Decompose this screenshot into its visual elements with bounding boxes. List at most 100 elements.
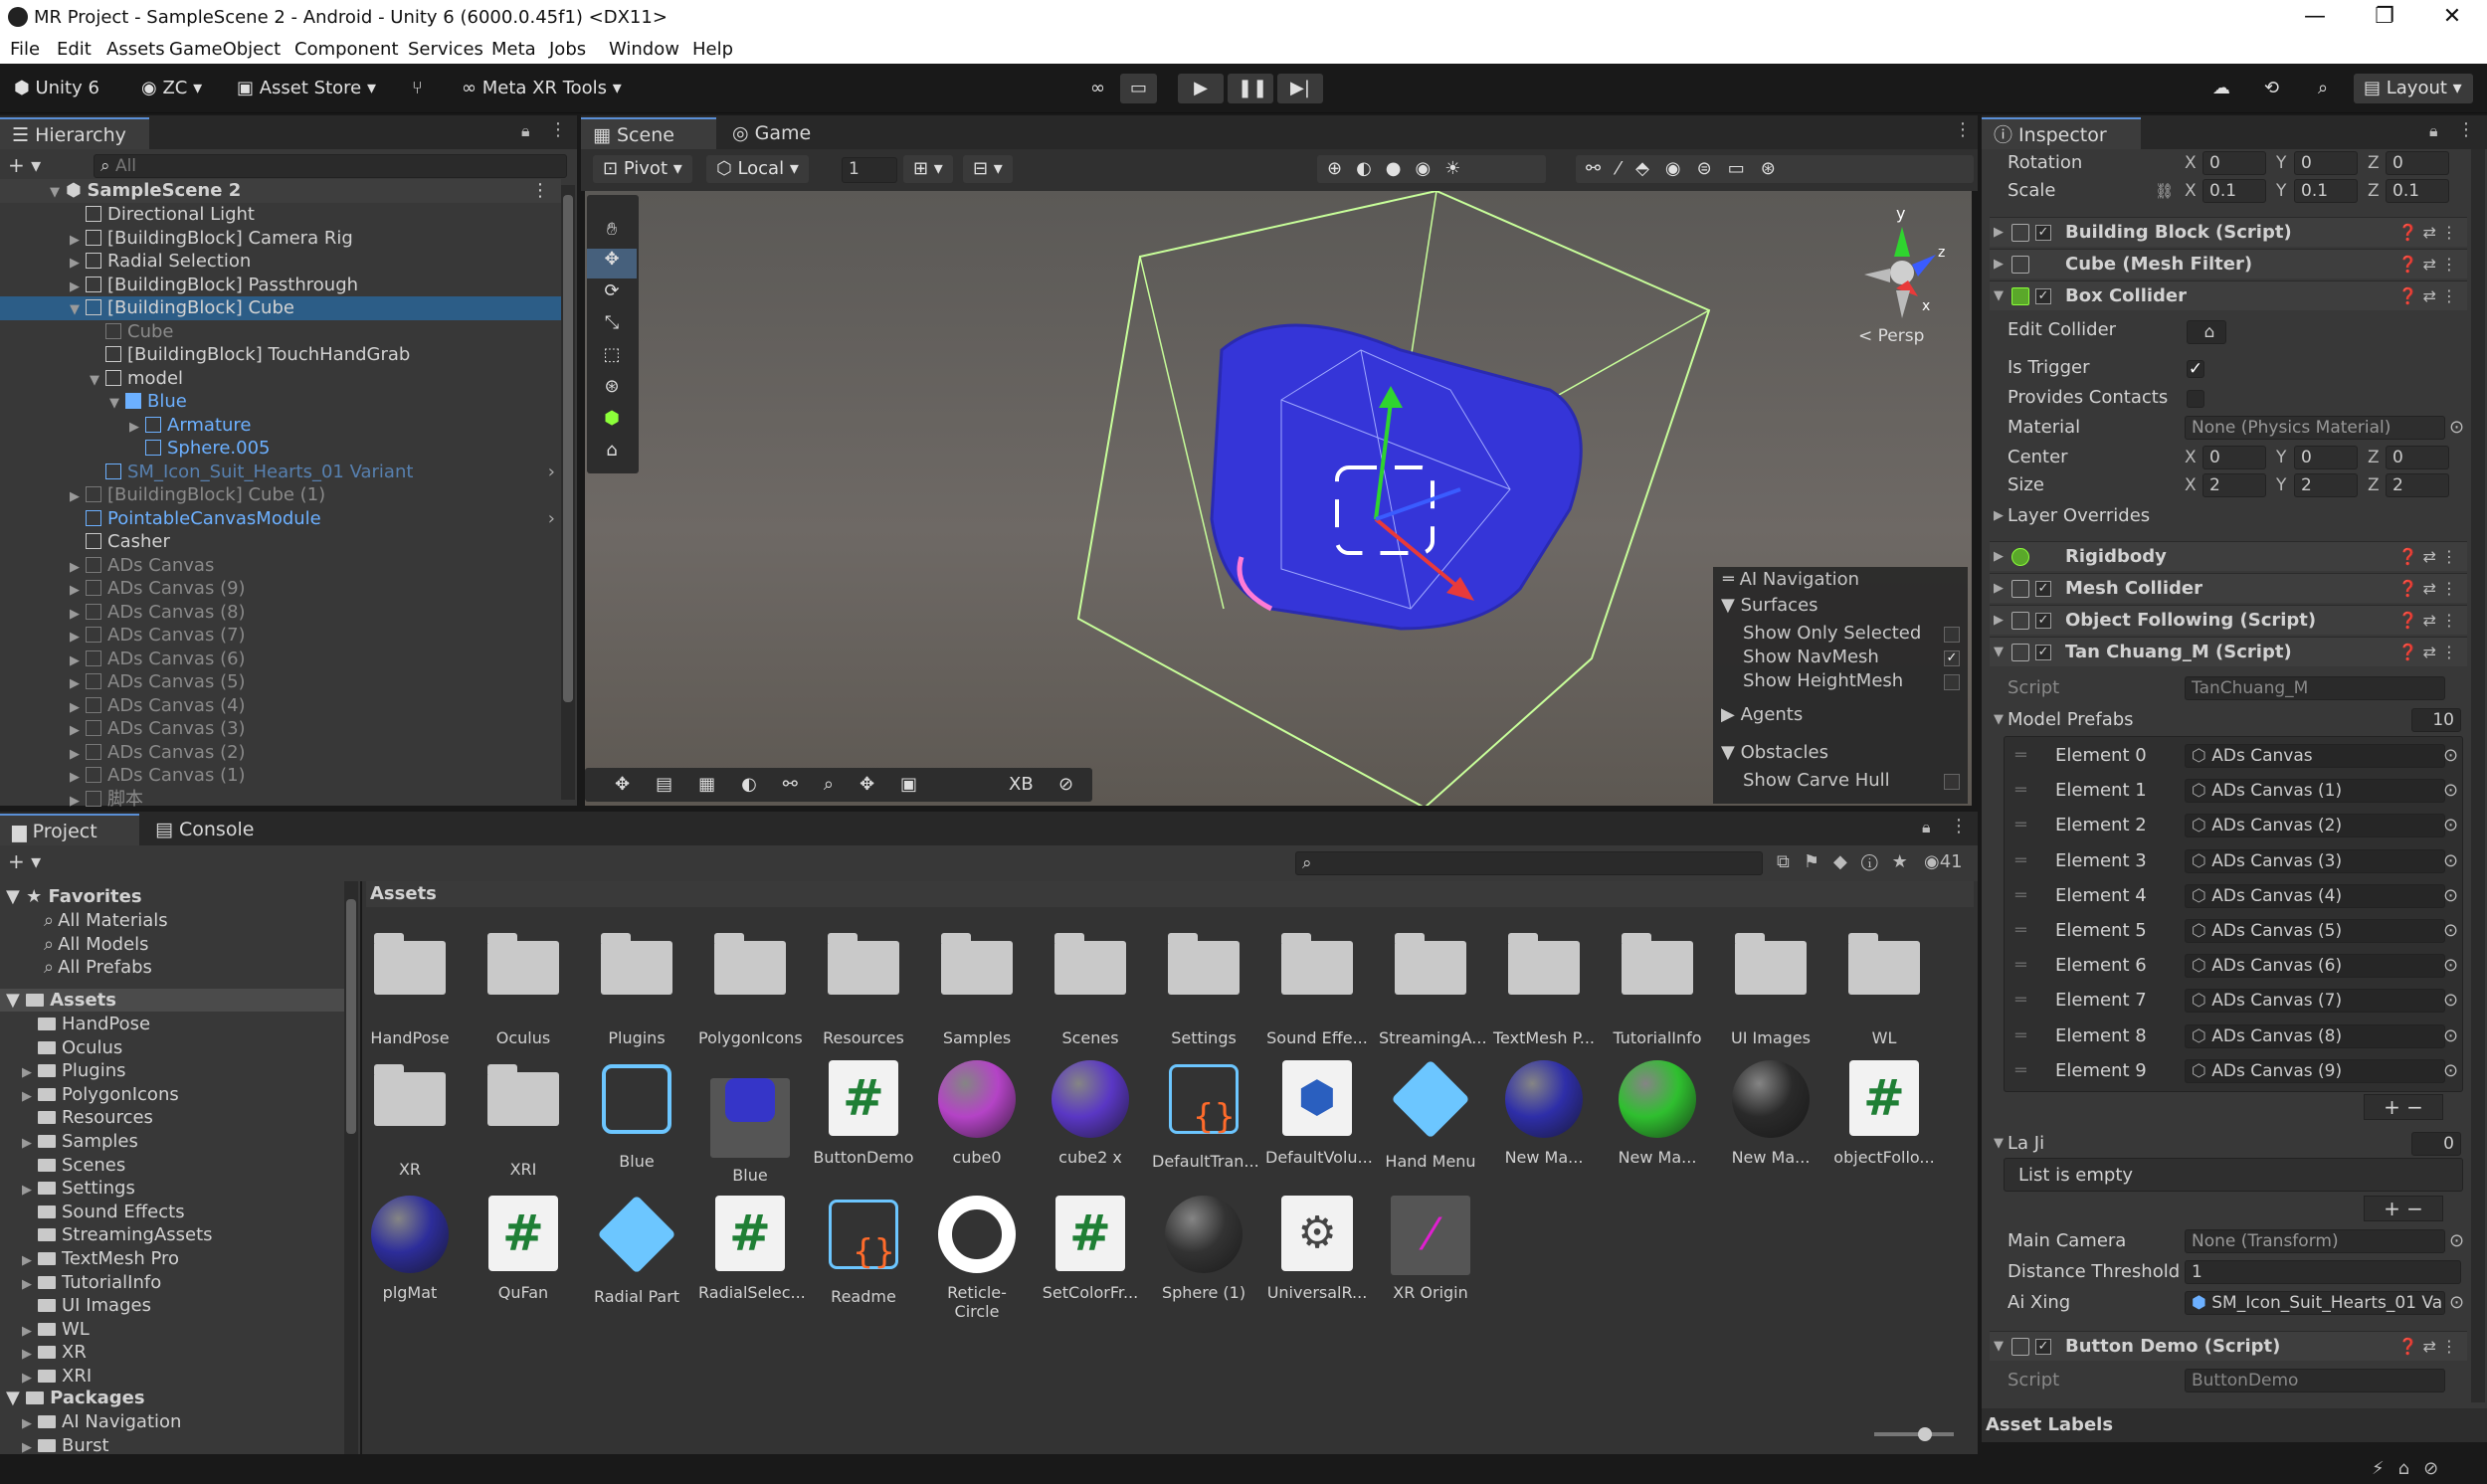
asset-folder-item[interactable]: ▶ TextMesh Pro <box>22 1247 179 1270</box>
hierarchy-item[interactable]: ▶ ADs Canvas (6) <box>0 648 561 671</box>
drag-handle-icon[interactable]: ═ <box>2015 777 2026 805</box>
tan-chuang-component-enabled-checkbox[interactable]: ✓ <box>2035 645 2051 660</box>
tab-project[interactable]: ▆ Project <box>0 814 139 845</box>
close-button[interactable]: ✕ <box>2417 2 2487 34</box>
expand-arrow-icon[interactable]: ▶ <box>22 1273 38 1296</box>
menu-meta[interactable]: Meta <box>491 39 536 60</box>
component-tools-icons[interactable]: ❓ ⇄ ⋮ <box>2398 250 2458 279</box>
object-picker-icon[interactable]: ⊙ <box>2443 882 2458 910</box>
menu-component[interactable]: Component <box>294 39 399 60</box>
foldout-arrow-icon[interactable]: ▶ <box>1994 502 2004 530</box>
model-prefab-element-field[interactable]: ⬡ ADs Canvas (3) <box>2185 848 2445 873</box>
expand-arrow-icon[interactable]: ▶ <box>129 416 145 440</box>
orientation-gizmo[interactable]: y z x <box>1864 204 1945 318</box>
size-x-field[interactable]: 2 <box>2202 473 2266 497</box>
minimize-button[interactable]: — <box>2280 2 2350 34</box>
component-tools-icons[interactable]: ❓ ⇄ ⋮ <box>2398 1332 2458 1362</box>
object-picker-icon[interactable]: ⊙ <box>2443 1022 2458 1050</box>
mesh-collider-component[interactable]: ▶ ✓ Mesh Collider ❓ ⇄ ⋮ <box>1990 573 2467 603</box>
asset-folder-item[interactable]: UI Images <box>22 1294 151 1317</box>
increment-snap-icon[interactable]: ⊟ ▾ <box>963 155 1013 183</box>
asset-item[interactable]: ⬢ DefaultVolu... <box>1265 1060 1373 1167</box>
hand-tool-icon[interactable]: ✋︎ <box>587 219 637 249</box>
project-tree-scrollbar[interactable] <box>344 881 358 1454</box>
expand-arrow-icon[interactable]: ▶ <box>70 766 86 790</box>
asset-folder-item[interactable]: Oculus <box>22 1036 122 1059</box>
panel-menu-icon[interactable]: ⋮ <box>1950 816 1968 836</box>
asset-folder-item[interactable]: ▶ Samples <box>22 1130 138 1153</box>
component-tools-icons[interactable]: ❓ ⇄ ⋮ <box>2398 281 2458 311</box>
hierarchy-item[interactable]: Sphere.005 <box>0 437 561 461</box>
asset-folder-item[interactable]: ▶ PolygonIcons <box>22 1083 179 1106</box>
asset-item[interactable]: TutorialInfo <box>1606 929 1709 1047</box>
panel-menu-icon[interactable]: ⋮ <box>549 119 567 140</box>
show-navmesh-checkbox[interactable]: ✓ <box>1944 650 1960 666</box>
asset-item[interactable]: Plugins <box>585 929 688 1047</box>
layout-dropdown[interactable]: ▤ Layout ▾ <box>2354 74 2473 103</box>
component-tools-icons[interactable]: ❓ ⇄ ⋮ <box>2398 542 2458 572</box>
model-prefab-element-field[interactable]: ⬡ ADs Canvas (5) <box>2185 919 2445 943</box>
hierarchy-item[interactable]: ▶ ADs Canvas (9) <box>0 577 561 601</box>
hierarchy-item[interactable]: ▶ Radial Selection <box>0 250 561 274</box>
create-asset-button[interactable]: + ▾ <box>8 849 41 873</box>
asset-item[interactable]: ⚙ UniversalR... <box>1265 1196 1369 1302</box>
project-filter-icons[interactable]: ⧉⚑◆ⓘ★ <box>1777 851 1922 872</box>
hierarchy-item[interactable]: ▶ ADs Canvas (8) <box>0 601 561 625</box>
expand-arrow-icon[interactable]: ▶ <box>22 1343 38 1366</box>
asset-item[interactable]: plgMat <box>358 1196 462 1302</box>
drag-handle-icon[interactable]: ═ <box>2015 882 2026 910</box>
asset-item[interactable]: UI Images <box>1719 929 1822 1047</box>
button-demo-component-enabled-checkbox[interactable]: ✓ <box>2035 1339 2051 1355</box>
box-collider-component-enabled-checkbox[interactable]: ✓ <box>2035 288 2051 304</box>
assets-breadcrumb[interactable]: Assets <box>366 881 1974 907</box>
asset-item[interactable]: Oculus <box>472 929 575 1047</box>
center-z-field[interactable]: 0 <box>2386 446 2449 469</box>
local-dropdown[interactable]: ⬡ Local ▾ <box>706 155 809 183</box>
hierarchy-item[interactable]: PointableCanvasModule › <box>0 507 561 531</box>
status-icons[interactable]: ⚡⌂⊘ <box>2372 1458 2452 1479</box>
asset-item[interactable]: New Ma... <box>1606 1060 1709 1167</box>
favorite-item[interactable]: ⌕ All Materials <box>44 909 168 932</box>
menu-window[interactable]: Window <box>609 39 679 60</box>
component-tools-icons[interactable]: ❓ ⇄ ⋮ <box>2398 574 2458 604</box>
asset-item[interactable]: # SetColorFr... <box>1039 1196 1142 1302</box>
grid-size-input[interactable]: 1 <box>842 157 897 183</box>
hierarchy-item[interactable]: ▶ ADs Canvas (4) <box>0 694 561 718</box>
transform-tool-icon[interactable]: ⊛ <box>587 376 637 406</box>
size-z-field[interactable]: 2 <box>2386 473 2449 497</box>
asset-item[interactable]: # objectFollo... <box>1832 1060 1936 1167</box>
object-picker-icon[interactable]: ⊙ <box>2443 952 2458 980</box>
asset-item[interactable]: PolygonIcons <box>698 929 803 1047</box>
main-camera-field[interactable]: None (Transform) <box>2185 1229 2445 1253</box>
expand-arrow-icon[interactable]: ▶ <box>22 1249 38 1272</box>
pause-button[interactable]: ❚❚ <box>1228 74 1273 103</box>
menu-file[interactable]: File <box>10 39 40 60</box>
mesh-filter-component[interactable]: ▶ Cube (Mesh Filter) ❓ ⇄ ⋮ <box>1990 249 2467 278</box>
compass-icon[interactable]: ⊘ <box>1058 768 1073 802</box>
asset-item[interactable]: {} DefaultTran... <box>1152 1060 1259 1171</box>
object-following-component[interactable]: ▶ ✓ Object Following (Script) ❓ ⇄ ⋮ <box>1990 605 2467 635</box>
asset-item[interactable]: HandPose <box>358 929 462 1047</box>
model-prefab-element-field[interactable]: ⬡ ADs Canvas (7) <box>2185 989 2445 1014</box>
foldout-arrow-icon[interactable]: ▶ <box>1994 250 2004 279</box>
persp-label[interactable]: < Persp <box>1858 326 1924 346</box>
object-picker-icon[interactable]: ⊙ <box>2449 414 2464 442</box>
hierarchy-search-input[interactable]: ⌕ All <box>94 154 567 178</box>
component-tools-icons[interactable]: ❓ ⇄ ⋮ <box>2398 606 2458 636</box>
asset-item[interactable]: cube0 <box>925 1060 1029 1167</box>
foldout-arrow-icon[interactable]: ▶ <box>1994 574 2004 604</box>
surfaces-foldout[interactable]: ▼ Surfaces <box>1721 595 1818 616</box>
hierarchy-item[interactable]: ▼ [BuildingBlock] Cube <box>0 296 561 320</box>
model-prefabs-count-field[interactable]: 10 <box>2411 708 2461 732</box>
asset-folder-item[interactable]: Scenes <box>22 1154 125 1177</box>
overlay-tool-icons[interactable]: ✥▤▦◐⚯⌕✥▣ <box>615 768 943 802</box>
object-picker-icon[interactable]: ⊙ <box>2443 777 2458 805</box>
asset-folder-item[interactable]: ▶ XR <box>22 1341 87 1364</box>
rotation-z-field[interactable]: 0 <box>2386 151 2449 175</box>
asset-labels-bar[interactable]: Asset Labels <box>1982 1408 2487 1442</box>
tab-scene[interactable]: ▦ Scene <box>581 117 716 149</box>
open-prefab-chevron-icon[interactable]: › <box>548 461 555 484</box>
constrain-proportions-icon[interactable]: ⛓ <box>2155 177 2174 205</box>
model-prefab-element-field[interactable]: ⬡ ADs Canvas (8) <box>2185 1023 2445 1048</box>
expand-arrow-icon[interactable]: ▶ <box>22 1320 38 1343</box>
